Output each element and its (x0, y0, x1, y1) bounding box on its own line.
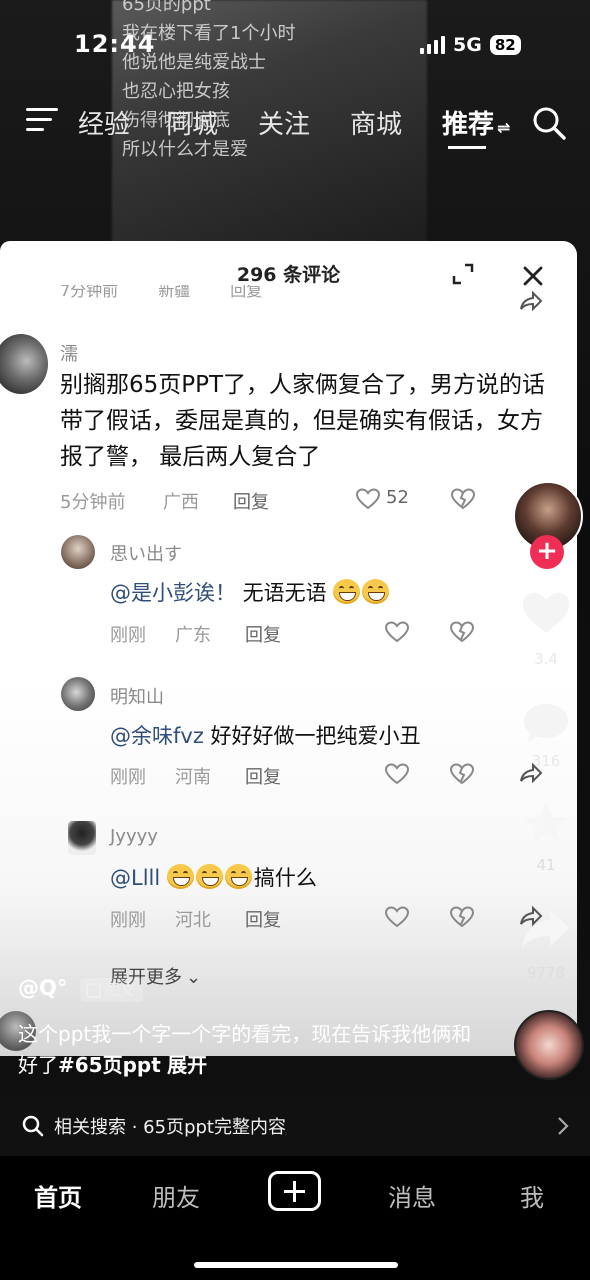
music-disc[interactable] (514, 1010, 584, 1080)
search-icon (22, 1115, 44, 1137)
post-type-tag: 图文 (80, 978, 144, 1002)
reply-body: 好好好做一把纯爱小丑 (203, 724, 421, 748)
commenter-name[interactable]: 明知山 (110, 683, 164, 709)
comment-location: 河北 (175, 910, 211, 931)
image-text-icon (86, 982, 101, 998)
like-count: 3.4 (534, 650, 558, 668)
dislike-icon[interactable] (450, 906, 474, 928)
comment-time: 5分钟前 (60, 492, 126, 513)
hashtag-link[interactable]: #65页ppt (58, 1053, 161, 1077)
reply-button[interactable]: 回复 (230, 285, 262, 301)
comment-time: 刚刚 (110, 767, 146, 788)
avatar[interactable] (68, 821, 96, 855)
avatar[interactable] (0, 334, 48, 394)
comment-location: 新疆 (158, 285, 191, 300)
reply-text[interactable]: @余味fvz 好好好做一把纯爱小丑 (110, 720, 421, 750)
comments-count-title: 296 条评论 (236, 264, 341, 286)
reply-button[interactable]: 回复 (245, 763, 281, 789)
network-label: 5G (453, 34, 482, 56)
heart-icon[interactable] (385, 906, 409, 928)
battery-icon: 82 (489, 35, 521, 55)
tab-recommend-label: 推荐 (442, 110, 495, 140)
tab-messages[interactable]: 消息 (388, 1178, 436, 1213)
reply-body: 搞什么 (253, 866, 317, 890)
reply-text[interactable]: @Llll 搞什么 (110, 862, 317, 892)
comment-location: 广东 (175, 625, 211, 646)
reply-text[interactable]: @是小彭诶！ 无语无语 (110, 577, 391, 607)
comment-time: 7分钟前 (60, 285, 119, 300)
home-indicator[interactable] (194, 1262, 398, 1268)
post-type-label: 图文 (105, 981, 136, 999)
comments-panel: 296 条评论 7分钟前 新疆 回复 濡 别搁那65页PPT了，人家俩复合了，男… (0, 241, 577, 1056)
expand-caption-button[interactable]: 展开 (167, 1053, 207, 1077)
dislike-icon[interactable] (451, 488, 475, 510)
previous-comment-meta: 7分钟前 新疆 回复 (60, 285, 560, 301)
heart-icon[interactable] (385, 621, 409, 643)
swap-icon: ⇌ (497, 118, 511, 137)
favorite-star-icon[interactable] (520, 800, 572, 846)
post-author[interactable]: @Q° (18, 976, 67, 1000)
chevron-right-icon[interactable] (556, 1115, 570, 1137)
follow-button[interactable]: + (530, 535, 564, 569)
like-count: 52 (386, 487, 409, 508)
status-indicators: 5G 82 (420, 33, 521, 57)
related-search-text[interactable]: 相关搜索 · 65页ppt完整内容 (54, 1113, 286, 1139)
grin-emoji-icon (333, 579, 361, 604)
dislike-icon[interactable] (450, 621, 474, 643)
heart-icon[interactable] (356, 488, 380, 510)
close-icon[interactable] (522, 265, 544, 287)
signal-icon (420, 36, 445, 54)
avatar[interactable] (61, 677, 95, 711)
grin-emoji-icon (166, 864, 194, 889)
comment-location: 河南 (175, 767, 211, 788)
tab-me[interactable]: 我 (520, 1178, 544, 1213)
active-tab-indicator (448, 146, 486, 149)
favorite-count: 41 (536, 856, 556, 874)
overlay-line: 我在楼下看了1个小时 (122, 23, 296, 44)
reply-button[interactable]: 回复 (245, 621, 281, 647)
reply-share-icon[interactable] (519, 290, 543, 312)
overlay-line: 也忍心把女孩 (122, 81, 230, 102)
mention-link[interactable]: @余味fvz (110, 724, 204, 748)
like-heart-icon[interactable] (520, 590, 572, 636)
reply-button[interactable]: 回复 (233, 488, 269, 514)
menu-icon[interactable] (26, 108, 58, 132)
tab-experience[interactable]: 经验 (78, 104, 130, 141)
grin-emoji-icon (224, 864, 252, 889)
comment-icon[interactable] (520, 700, 572, 746)
mention-link[interactable]: @Llll (110, 866, 160, 890)
overlay-line: 65页的ppt (122, 0, 211, 15)
status-time: 12:44 (74, 30, 156, 58)
commenter-name[interactable]: Jyyyy (110, 826, 158, 847)
chevron-down-icon: ⌄ (186, 967, 202, 988)
avatar[interactable] (61, 535, 95, 569)
commenter-name[interactable]: 濡 (60, 340, 78, 366)
share-count: 9778 (526, 964, 566, 982)
reply-body: 无语无语 (236, 581, 327, 605)
comment-text[interactable]: 别搁那65页PPT了，人家俩复合了，男方说的话带了假话，委屈是真的，但是确实有假… (60, 367, 560, 475)
reply-button[interactable]: 回复 (245, 906, 281, 932)
grin-emoji-icon (362, 579, 390, 604)
heart-icon[interactable] (385, 763, 409, 785)
mention-link[interactable]: @是小彭诶！ (110, 581, 236, 605)
create-post-button[interactable] (268, 1171, 321, 1211)
dislike-icon[interactable] (450, 763, 474, 785)
commenter-name[interactable]: 思い出す (110, 540, 182, 566)
tab-home[interactable]: 首页 (34, 1178, 82, 1213)
reply-share-icon[interactable] (519, 905, 543, 927)
tab-mall[interactable]: 商城 (350, 104, 402, 141)
search-icon[interactable] (532, 106, 566, 140)
overlay-line: 他说他是纯爱战士 (122, 52, 266, 73)
post-caption[interactable]: 这个ppt我一个字一个字的看完，现在告诉我他俩和好了#65页ppt 展开 (18, 1019, 488, 1081)
expand-icon[interactable] (452, 263, 474, 285)
comment-time: 刚刚 (110, 910, 146, 931)
reply-share-icon[interactable] (519, 762, 543, 784)
tab-recommend[interactable]: 推荐 ⇌ (442, 104, 510, 141)
comment-location: 广西 (163, 492, 199, 513)
comment-time: 刚刚 (110, 625, 146, 646)
tab-following[interactable]: 关注 (258, 104, 310, 141)
tab-local[interactable]: 同城 (166, 104, 218, 141)
tab-friends[interactable]: 朋友 (152, 1178, 200, 1213)
grin-emoji-icon (195, 864, 223, 889)
